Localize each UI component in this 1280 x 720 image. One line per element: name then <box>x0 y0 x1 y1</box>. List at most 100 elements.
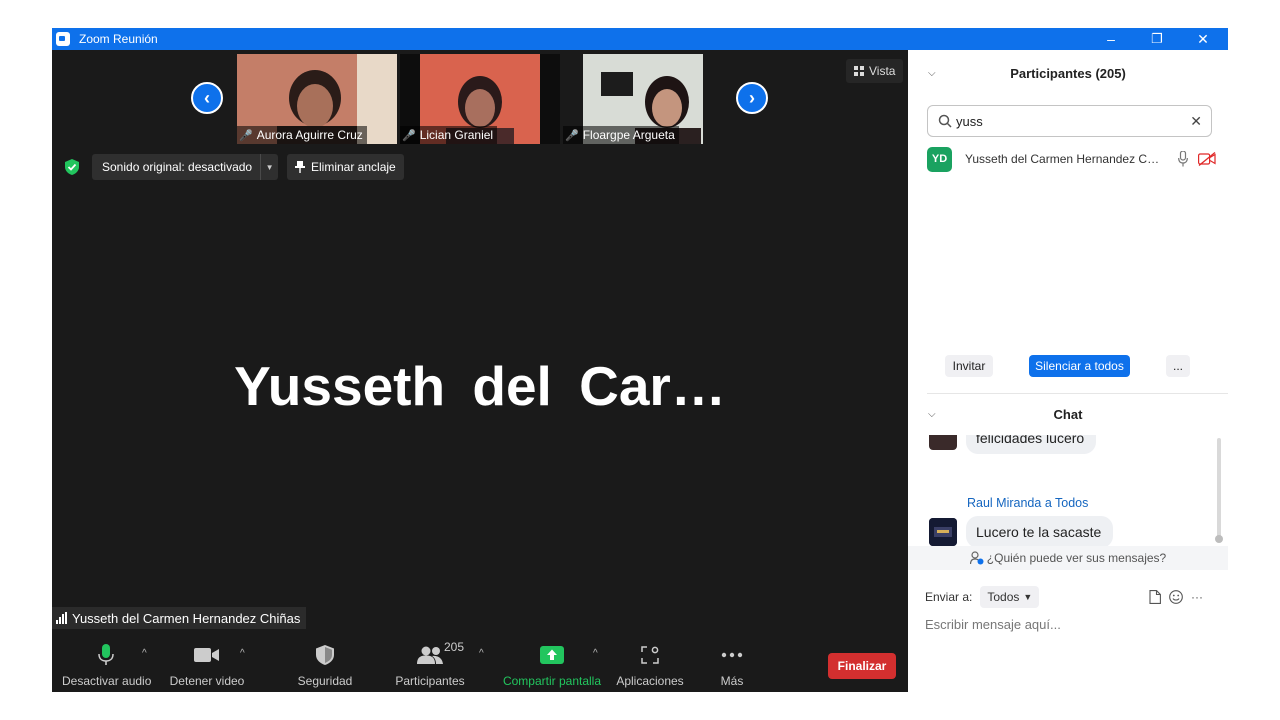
unpin-button[interactable]: Eliminar anclaje <box>287 154 404 180</box>
chevron-right-icon: › <box>749 87 755 108</box>
share-screen-label: Compartir pantalla <box>502 674 602 688</box>
title-bar: Zoom Reunión – ❐ ✕ <box>52 28 1228 50</box>
caret-down-icon[interactable]: ▼ <box>260 154 278 180</box>
search-icon <box>938 114 952 128</box>
participants-panel-title: Participantes (205) <box>1010 66 1126 81</box>
message-avatar <box>929 435 957 450</box>
invite-button[interactable]: Invitar <box>945 355 993 377</box>
connection-signal-icon <box>56 612 67 624</box>
chat-panel-title: Chat <box>1053 407 1083 422</box>
apps-button[interactable]: Aplicaciones <box>614 640 686 692</box>
original-sound-label[interactable]: Sonido original: desactivado <box>92 160 260 174</box>
gallery-prev-button[interactable]: ‹ <box>191 82 223 114</box>
side-panel: ⌵ Participantes (205) yuss ✕ YD Yusseth … <box>908 50 1228 692</box>
thumbnail-name-tag: 🎤 Floargpe Argueta <box>563 126 679 144</box>
video-thumbnail[interactable]: 🎤 Floargpe Argueta <box>563 54 723 144</box>
person-visibility-icon <box>969 551 984 565</box>
thumbnail-name: Floargpe Argueta <box>582 128 675 142</box>
thumbnail-name-tag: 🎤 Aurora Aguirre Cruz <box>237 126 367 144</box>
participant-video-off-icon[interactable] <box>1198 152 1216 166</box>
chat-scrollbar[interactable] <box>1217 438 1221 542</box>
zoom-app-icon <box>56 32 70 46</box>
file-icon[interactable] <box>1149 590 1161 604</box>
apps-label: Aplicaciones <box>616 674 684 688</box>
thumbnail-name-tag: 🎤 Lician Graniel <box>400 126 498 144</box>
participant-mic-icon[interactable] <box>1178 151 1188 167</box>
security-shield-icon <box>316 645 334 665</box>
search-input[interactable]: yuss <box>956 114 983 129</box>
meeting-toolbar: Desactivar audio ^ Detener video ^ Segur… <box>52 640 908 692</box>
avatar-image <box>929 518 957 546</box>
mute-all-button[interactable]: Silenciar a todos <box>1029 355 1130 377</box>
chevron-left-icon: ‹ <box>204 87 210 108</box>
chevron-down-icon: ▼ <box>1023 592 1033 602</box>
participants-button[interactable]: 205 Participantes <box>394 640 466 692</box>
mute-audio-button[interactable]: Desactivar audio <box>62 640 152 692</box>
emoji-icon[interactable] <box>1169 590 1183 604</box>
video-options-caret-icon[interactable]: ^ <box>240 648 245 659</box>
minimize-button[interactable]: – <box>1088 28 1134 50</box>
who-can-see-label: ¿Quién puede ver sus mensajes? <box>986 551 1167 565</box>
participants-icon <box>417 646 443 664</box>
chat-more-icon[interactable]: ··· <box>1191 590 1203 604</box>
end-meeting-button[interactable]: Finalizar <box>828 653 896 679</box>
chat-scroll-thumb[interactable] <box>1215 535 1223 543</box>
participant-avatar: YD <box>927 146 952 172</box>
participants-more-button[interactable]: ... <box>1166 355 1190 377</box>
thumbnail-name: Lician Graniel <box>419 128 494 142</box>
gallery-next-button[interactable]: › <box>736 82 768 114</box>
send-to-label: Enviar a: <box>925 590 973 604</box>
restore-button[interactable]: ❐ <box>1134 28 1180 50</box>
encryption-shield-icon[interactable] <box>65 159 79 175</box>
close-button[interactable]: ✕ <box>1180 28 1226 50</box>
original-sound-control[interactable]: Sonido original: desactivado ▼ <box>92 154 279 180</box>
participant-search-box[interactable]: yuss ✕ <box>927 105 1212 137</box>
participant-name: Yusseth del Carmen Hernandez C… <box>965 152 1160 166</box>
chat-message: Lucero te la sacaste <box>966 516 1114 548</box>
mic-muted-icon: 🎤 <box>239 129 253 142</box>
more-button[interactable]: Más <box>710 640 754 692</box>
mute-audio-label: Desactivar audio <box>62 674 152 688</box>
security-button[interactable]: Seguridad <box>292 640 358 692</box>
send-to-value: Todos <box>987 590 1020 604</box>
participants-options-caret-icon[interactable]: ^ <box>479 648 484 659</box>
send-to-row: Enviar a: Todos ▼ <box>925 586 1040 608</box>
share-screen-button[interactable]: Compartir pantalla <box>502 640 602 692</box>
panel-divider <box>927 393 1228 394</box>
microphone-icon <box>98 644 114 665</box>
more-dots-icon <box>721 652 743 658</box>
message-avatar <box>929 518 957 546</box>
pin-icon <box>295 161 305 173</box>
audio-options-caret-icon[interactable]: ^ <box>142 648 147 659</box>
security-label: Seguridad <box>297 674 353 688</box>
view-label: Vista <box>869 64 896 78</box>
stop-video-label: Detener video <box>169 674 245 688</box>
participant-row[interactable]: YD Yusseth del Carmen Hernandez C… <box>927 146 1217 172</box>
window-title: Zoom Reunión <box>79 32 158 46</box>
share-options-caret-icon[interactable]: ^ <box>593 648 598 659</box>
more-label: Más <box>720 674 744 688</box>
mic-muted-icon: 🎤 <box>565 129 579 142</box>
stop-video-button[interactable]: Detener video <box>164 640 250 692</box>
participants-label: Participantes <box>395 674 465 688</box>
chat-message: felicidades lucero <box>966 435 1097 454</box>
who-can-see-link[interactable]: ¿Quién puede ver sus mensajes? <box>908 546 1228 570</box>
unpin-label: Eliminar anclaje <box>311 160 396 174</box>
share-screen-icon <box>540 646 564 664</box>
video-thumbnail[interactable]: 🎤 Aurora Aguirre Cruz <box>237 54 397 144</box>
clear-search-icon[interactable]: ✕ <box>1190 113 1202 130</box>
active-speaker-name: Yusseth del Car… <box>234 355 726 417</box>
video-thumbnail[interactable]: 🎤 Lician Graniel <box>400 54 560 144</box>
mic-muted-icon: 🎤 <box>402 129 416 142</box>
speaker-name-tag: Yusseth del Carmen Hernandez Chiñas <box>52 607 307 629</box>
video-camera-icon <box>194 648 219 662</box>
apps-icon <box>641 646 659 664</box>
send-to-dropdown[interactable]: Todos ▼ <box>980 586 1040 608</box>
grid-view-icon <box>854 66 864 76</box>
message-sender: Raul Miranda a Todos <box>967 496 1089 510</box>
thumbnail-name: Aurora Aguirre Cruz <box>256 128 363 142</box>
view-button[interactable]: Vista <box>846 59 904 83</box>
speaker-name: Yusseth del Carmen Hernandez Chiñas <box>72 610 301 626</box>
zoom-window: Zoom Reunión – ❐ ✕ ‹ 🎤 Aurora Aguirre Cru… <box>52 28 1228 692</box>
chat-message-input[interactable] <box>925 613 1205 635</box>
